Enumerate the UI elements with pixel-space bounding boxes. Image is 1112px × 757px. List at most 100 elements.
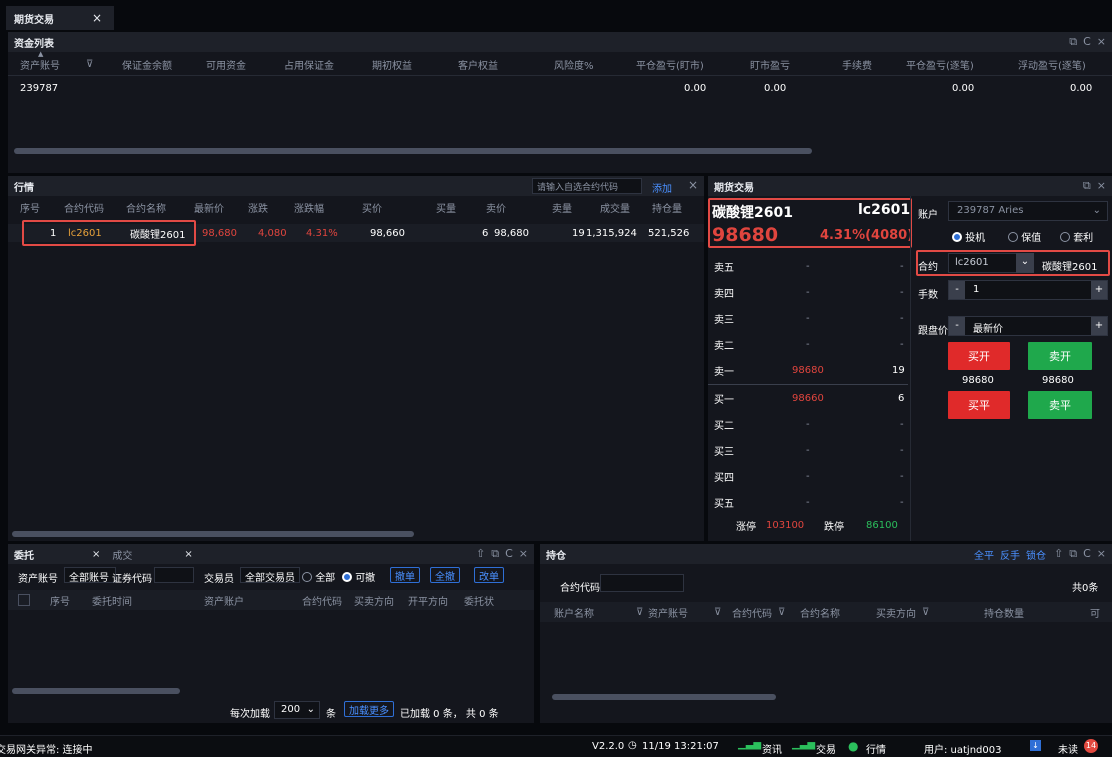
code-filter-input[interactable]	[154, 567, 194, 583]
col-header[interactable]: 合约名称	[126, 200, 166, 215]
col-header[interactable]: 委托时间	[92, 593, 132, 608]
close-icon[interactable]: ×	[688, 178, 698, 192]
depth-row[interactable]: 买四 - -	[708, 466, 908, 486]
filter-icon[interactable]: ⊽	[778, 607, 785, 618]
col-header[interactable]: 成交量	[600, 200, 630, 215]
tab-trades[interactable]: 成交	[112, 547, 132, 562]
modify-order-button[interactable]: 改单	[474, 567, 504, 583]
account-filter-select[interactable]: 全部账号	[64, 567, 116, 584]
col-header[interactable]: 合约代码	[302, 593, 342, 608]
col-header[interactable]: 可用资金	[206, 57, 246, 72]
depth-row[interactable]: 卖三 - -	[708, 308, 908, 328]
close-all-link[interactable]: 全平	[974, 547, 994, 562]
horizontal-scrollbar[interactable]	[14, 148, 812, 154]
col-header[interactable]: 账户名称	[554, 605, 594, 620]
select-all-checkbox[interactable]	[18, 594, 30, 606]
tab-orders[interactable]: 委托	[14, 547, 34, 562]
close-icon[interactable]: ×	[184, 549, 192, 560]
popout-icon[interactable]: ⧉	[1069, 547, 1077, 561]
load-more-button[interactable]: 加载更多	[344, 701, 394, 717]
radio-all[interactable]: 全部	[302, 569, 335, 584]
col-header[interactable]: 卖量	[552, 200, 572, 215]
col-header[interactable]: 买价	[362, 200, 382, 215]
col-header[interactable]: 期初权益	[372, 57, 412, 72]
plus-icon[interactable]: +	[1091, 317, 1107, 335]
depth-row[interactable]: 卖五 - -	[708, 256, 908, 276]
export-icon[interactable]: ⇧	[476, 547, 485, 561]
trader-select[interactable]: 全部交易员	[240, 567, 300, 584]
account-select[interactable]: 239787 Aries ⌄	[948, 201, 1108, 221]
col-header[interactable]: 委托状	[464, 593, 494, 608]
refresh-icon[interactable]: C	[1083, 35, 1091, 49]
col-header[interactable]: 资产账号	[20, 57, 60, 72]
market-status[interactable]: 行情	[866, 741, 886, 756]
plus-icon[interactable]: +	[1091, 281, 1107, 299]
close-icon[interactable]: ×	[92, 549, 100, 560]
radio-cancelable[interactable]: 可撤	[342, 569, 375, 584]
popout-icon[interactable]: ⧉	[491, 547, 499, 561]
add-button[interactable]: 添加	[652, 180, 672, 195]
close-icon[interactable]: ×	[1097, 179, 1106, 193]
close-icon[interactable]: ×	[1097, 547, 1106, 561]
col-header[interactable]: 浮动盈亏(逐笔)	[1018, 57, 1086, 72]
popout-icon[interactable]: ⧉	[1069, 35, 1077, 49]
horizontal-scrollbar[interactable]	[12, 688, 180, 694]
export-icon[interactable]: ⇧	[1054, 547, 1063, 561]
download-icon[interactable]: ↓	[1030, 740, 1041, 751]
col-header[interactable]: 持仓数量	[984, 605, 1024, 620]
close-icon[interactable]: ×	[92, 11, 102, 25]
cancel-all-button[interactable]: 全撤	[430, 567, 460, 583]
reverse-link[interactable]: 反手	[1000, 547, 1020, 562]
info-status[interactable]: 资讯	[762, 741, 782, 756]
sell-open-button[interactable]: 卖开	[1028, 342, 1092, 370]
col-header[interactable]: 平仓盈亏(逐笔)	[906, 57, 974, 72]
col-header[interactable]: 涨跌幅	[294, 200, 324, 215]
popout-icon[interactable]: ⧉	[1083, 179, 1091, 193]
col-header[interactable]: 保证金余额	[122, 57, 172, 72]
col-header[interactable]: 资产账户	[204, 593, 244, 608]
horizontal-scrollbar[interactable]	[12, 531, 414, 537]
col-header[interactable]: 买卖方向	[876, 605, 916, 620]
unread-badge[interactable]: 14	[1084, 739, 1098, 753]
unread-label[interactable]: 未读	[1058, 741, 1078, 756]
depth-row[interactable]: 卖四 - -	[708, 282, 908, 302]
depth-row[interactable]: 买五 - -	[708, 492, 908, 512]
col-header[interactable]: 合约名称	[800, 605, 840, 620]
depth-row[interactable]: 买一 98660 6	[708, 388, 908, 408]
radio-hedge[interactable]: 保值	[1008, 229, 1041, 244]
tab-futures-trading[interactable]: 期货交易 ×	[6, 6, 114, 30]
close-icon[interactable]: ×	[1097, 35, 1106, 49]
col-header[interactable]: 开平方向	[408, 593, 448, 608]
close-icon[interactable]: ×	[519, 547, 528, 561]
load-count-select[interactable]: 200 ⌄	[274, 701, 320, 719]
contract-search-input[interactable]: 请输入自选合约代码	[532, 178, 642, 194]
minus-icon[interactable]: -	[949, 317, 965, 335]
refresh-icon[interactable]: C	[1083, 547, 1091, 561]
col-header[interactable]: 最新价	[194, 200, 224, 215]
col-header[interactable]: 平仓盈亏(盯市)	[636, 57, 704, 72]
col-header[interactable]: 涨跌	[248, 200, 268, 215]
col-header[interactable]: 买卖方向	[354, 593, 394, 608]
cancel-order-button[interactable]: 撤单	[390, 567, 420, 583]
buy-close-button[interactable]: 买平	[948, 391, 1010, 419]
refresh-icon[interactable]: C	[505, 547, 513, 561]
col-header[interactable]: 序号	[50, 593, 70, 608]
minus-icon[interactable]: -	[949, 281, 965, 299]
sell-close-button[interactable]: 卖平	[1028, 391, 1092, 419]
col-header[interactable]: 序号	[20, 200, 40, 215]
col-header[interactable]: 资产账号	[648, 605, 688, 620]
col-header[interactable]: 买量	[436, 200, 456, 215]
depth-row[interactable]: 卖一 98680 19	[708, 360, 908, 380]
col-header[interactable]: 可	[1090, 605, 1100, 620]
col-header[interactable]: 合约代码	[732, 605, 772, 620]
col-header[interactable]: 合约代码	[64, 200, 104, 215]
buy-open-button[interactable]: 买开	[948, 342, 1010, 370]
depth-row[interactable]: 卖二 - -	[708, 334, 908, 354]
horizontal-scrollbar[interactable]	[552, 694, 776, 700]
trade-status[interactable]: 交易	[816, 741, 836, 756]
col-header[interactable]: 持仓量	[652, 200, 682, 215]
filter-icon[interactable]: ⊽	[714, 607, 721, 618]
filter-icon[interactable]: ⊽	[922, 607, 929, 618]
col-header[interactable]: 盯市盈亏	[750, 57, 790, 72]
filter-icon[interactable]: ⊽	[86, 59, 93, 70]
